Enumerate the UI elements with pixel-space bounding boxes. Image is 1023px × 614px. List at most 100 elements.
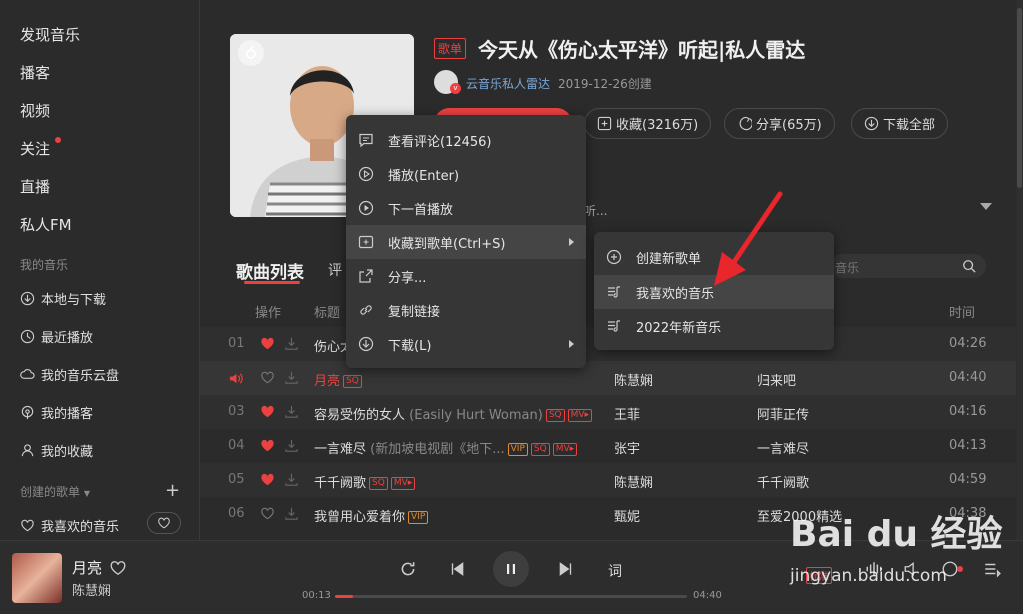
menu-label: 分享... <box>388 270 427 286</box>
song-time: 04:13 <box>949 438 987 453</box>
lyrics-button[interactable]: 词 <box>608 561 622 581</box>
download-icon[interactable] <box>284 438 299 453</box>
my-music-title: 我的音乐 <box>20 258 69 272</box>
menu-item-copy-link[interactable]: 复制链接 <box>346 293 586 327</box>
sidebar-item-podcast[interactable]: 我的播客 <box>20 403 93 422</box>
sq-badge: SQ <box>530 443 550 456</box>
song-time: 04:26 <box>949 336 987 351</box>
song-artist[interactable]: 张宇 <box>614 438 640 457</box>
sidebar-item-liked-music[interactable]: 我喜欢的音乐 <box>20 516 119 535</box>
add-playlist-icon[interactable]: + <box>165 480 180 501</box>
menu-item-play[interactable]: 播放(Enter) <box>346 157 586 191</box>
playlist-icon <box>608 320 620 332</box>
previous-icon[interactable] <box>448 560 466 578</box>
download-icon[interactable] <box>284 370 299 385</box>
menu-item-download[interactable]: 下载(L) <box>346 327 586 361</box>
sidebar: 发现音乐 播客 视频 关注 直播 私人FM 我的音乐 本地与下载 最近播放 我的… <box>0 0 200 540</box>
row-index: 01 <box>228 336 245 351</box>
search-icon[interactable] <box>962 259 976 273</box>
nav-podcast[interactable]: 播客 <box>20 62 50 83</box>
mv-badge[interactable]: MV▸ <box>552 443 578 456</box>
song-artist[interactable]: 陈慧娴 <box>614 370 653 389</box>
pause-button[interactable] <box>493 551 529 587</box>
download-icon[interactable] <box>284 472 299 487</box>
loop-icon[interactable] <box>399 560 417 578</box>
nav-live[interactable]: 直播 <box>20 176 50 197</box>
sidebar-item-cloud[interactable]: 我的音乐云盘 <box>20 365 119 384</box>
heart-outline-icon[interactable] <box>109 559 127 577</box>
menu-item-share[interactable]: 分享... <box>346 259 586 293</box>
mv-badge[interactable]: MV▸ <box>567 409 593 422</box>
menu-item-add-to-playlist[interactable]: 收藏到歌单(Ctrl+S) <box>346 225 586 259</box>
heart-outline-icon[interactable] <box>260 506 275 521</box>
download-icon[interactable] <box>284 506 299 521</box>
table-row[interactable]: 月亮 SQ 陈慧娴 归来吧 04:40 <box>200 361 1016 395</box>
share-button[interactable]: 分享(65万) <box>724 108 835 139</box>
heart-outline-icon[interactable] <box>260 370 275 385</box>
submenu-arrow-icon <box>569 238 574 246</box>
submenu-arrow-icon <box>569 340 574 348</box>
now-playing-title[interactable]: 月亮 <box>72 557 102 578</box>
table-row[interactable]: 04 一言难尽 (新加坡电视剧《地下... VIP SQ MV▸ 张宇 一言难尽 04… <box>200 429 1016 463</box>
sidebar-item-collection[interactable]: 我的收藏 <box>20 441 93 460</box>
playlist-queue-icon[interactable] <box>983 560 1001 578</box>
song-album[interactable]: 一言难尽 <box>757 438 809 457</box>
song-title-cell: 千千阙歌 SQ MV▸ <box>314 472 416 491</box>
watermark-logo: Bai du 经验 <box>790 514 1003 555</box>
submenu-label: 2022年新音乐 <box>636 320 722 336</box>
creator-name[interactable]: 云音乐私人雷达 <box>466 75 550 92</box>
song-artist[interactable]: 甄妮 <box>614 506 640 525</box>
column-header-title[interactable]: 标题 <box>314 302 340 321</box>
column-header-time[interactable]: 时间 <box>949 302 975 321</box>
table-row[interactable]: 05 千千阙歌 SQ MV▸ 陈慧娴 千千阙歌 04:59 <box>200 463 1016 497</box>
song-album[interactable]: 千千阙歌 <box>757 472 809 491</box>
song-subtitle: (Easily Hurt Woman) <box>409 408 543 423</box>
tab-underline <box>244 281 300 284</box>
next-icon[interactable] <box>557 560 575 578</box>
download-all-button[interactable]: 下载全部 <box>851 108 949 139</box>
nav-video[interactable]: 视频 <box>20 100 50 121</box>
expand-description-icon[interactable] <box>980 203 992 210</box>
sidebar-item-recent[interactable]: 最近播放 <box>20 327 93 346</box>
nav-follow[interactable]: 关注 <box>20 138 50 159</box>
download-icon[interactable] <box>284 404 299 419</box>
song-album[interactable]: 归来吧 <box>757 370 796 389</box>
created-playlists-title[interactable]: 创建的歌单 ▼ <box>20 483 90 500</box>
sidebar-item-local-download[interactable]: 本地与下载 <box>20 289 106 308</box>
sidebar-item-label: 我的播客 <box>41 407 94 422</box>
song-title-cell: 容易受伤的女人 (Easily Hurt Woman) SQ MV▸ <box>314 404 593 423</box>
speaker-icon <box>228 371 244 387</box>
row-index: 05 <box>228 472 245 487</box>
tab-songs[interactable]: 歌曲列表 <box>236 258 304 283</box>
nav-private-fm[interactable]: 私人FM <box>20 214 72 235</box>
heart-filled-icon[interactable] <box>260 472 275 487</box>
now-playing-cover[interactable] <box>12 553 62 603</box>
menu-label: 收藏到歌单(Ctrl+S) <box>388 236 506 252</box>
table-row[interactable]: 03 容易受伤的女人 (Easily Hurt Woman) SQ MV▸ 王菲 阿… <box>200 395 1016 429</box>
submenu-item-2022-new-music[interactable]: 2022年新音乐 <box>594 309 834 343</box>
now-playing-artist[interactable]: 陈慧娴 <box>72 580 111 599</box>
sq-badge: SQ <box>369 477 388 490</box>
heart-filled-icon[interactable] <box>260 438 275 453</box>
clock-icon <box>20 329 35 344</box>
song-artist[interactable]: 王菲 <box>614 404 640 423</box>
nav-discover[interactable]: 发现音乐 <box>20 24 80 45</box>
scrollbar-thumb[interactable] <box>1017 8 1022 188</box>
song-artist[interactable]: 陈慧娴 <box>614 472 653 491</box>
playlist-tag: 歌单 <box>434 38 467 59</box>
menu-item-view-comments[interactable]: 查看评论(12456) <box>346 123 586 157</box>
collect-button[interactable]: 收藏(3216万) <box>584 108 712 139</box>
download-icon[interactable] <box>284 336 299 351</box>
heartbeat-mode-button[interactable] <box>147 512 181 534</box>
scrollbar[interactable] <box>1016 0 1023 540</box>
mv-badge[interactable]: MV▸ <box>390 477 416 490</box>
progress-bar[interactable] <box>335 595 687 598</box>
heart-filled-icon[interactable] <box>260 336 275 351</box>
song-album[interactable]: 阿菲正传 <box>757 404 809 423</box>
heart-filled-icon[interactable] <box>260 404 275 419</box>
download-icon <box>864 116 879 131</box>
menu-item-play-next[interactable]: 下一首播放 <box>346 191 586 225</box>
link-icon <box>360 305 372 315</box>
plus-circle-icon <box>606 249 622 265</box>
tab-comments[interactable]: 评 <box>328 260 342 280</box>
